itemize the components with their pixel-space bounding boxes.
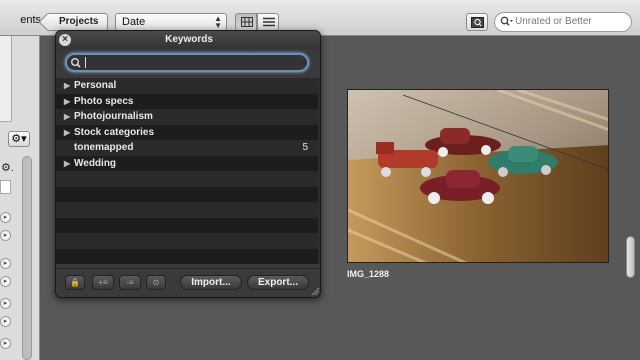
empty-row: [56, 248, 318, 264]
list-view-button[interactable]: [257, 13, 279, 31]
disclosure-triangle-icon[interactable]: ▶: [64, 156, 74, 171]
import-button[interactable]: Import...: [180, 275, 242, 290]
empty-row: [56, 171, 318, 187]
photo-image: [348, 90, 608, 262]
keyword-label: Wedding: [74, 157, 117, 169]
keyword-list: ▶ Personal ▶ Photo specs ▶ Photojournalism …: [56, 78, 318, 264]
disclosure-icon[interactable]: ▸: [0, 212, 11, 223]
browser-scrollbar[interactable]: [626, 236, 635, 278]
keyword-item[interactable]: ▶ Personal: [56, 78, 318, 94]
disclosure-icon[interactable]: ▸: [0, 230, 11, 241]
browser-icon: [471, 17, 484, 28]
gear-icon[interactable]: ⚙.: [1, 161, 14, 174]
disclosure-triangle-icon[interactable]: ▶: [64, 125, 74, 140]
projects-button[interactable]: Projects: [46, 13, 108, 31]
keyword-label: Photo specs: [74, 95, 134, 107]
empty-row: [56, 186, 318, 202]
keyword-count: 5: [302, 142, 308, 153]
left-tab-label[interactable]: ents: [0, 10, 43, 30]
keywords-hud: Keywords × ▶ Personal ▶ Photo specs ▶ Photo…: [55, 30, 321, 298]
sidebar-scrollbar[interactable]: [22, 156, 32, 360]
sidebar: ⚙▾ ⚙. ▸ ▸ ▸ ▸ ▸ ▸ ▸: [0, 36, 40, 360]
empty-row: [56, 217, 318, 233]
disclosure-triangle-icon[interactable]: ▶: [64, 78, 74, 93]
disclosure-icon[interactable]: ▸: [0, 276, 11, 287]
remove-keyword-icon[interactable]: -≡: [119, 275, 141, 290]
sidebar-field[interactable]: [0, 180, 11, 194]
export-button[interactable]: Export...: [247, 275, 309, 290]
grid-view-icon: [241, 17, 253, 27]
keyword-label: Photojournalism: [74, 111, 153, 122]
disclosure-icon[interactable]: ▸: [0, 338, 11, 349]
lock-icon[interactable]: 🔒: [65, 275, 85, 290]
tag-icon[interactable]: ⊙: [146, 275, 166, 290]
photo-thumbnail[interactable]: [347, 89, 609, 263]
grid-view-button[interactable]: [235, 13, 257, 31]
keyword-list-scrollbar[interactable]: [318, 78, 320, 264]
keyword-item[interactable]: ▶ Photo specs: [56, 93, 318, 109]
keyword-item[interactable]: ▶ Photojournalism: [56, 109, 318, 125]
text-caret: [85, 57, 86, 68]
disclosure-triangle-icon[interactable]: ▶: [64, 109, 74, 124]
keyword-label: tonemapped: [74, 142, 134, 153]
keyword-item[interactable]: tonemapped 5: [56, 140, 318, 156]
disclosure-icon[interactable]: ▸: [0, 316, 11, 327]
select-arrows-icon: ▲ ▼: [214, 14, 222, 30]
keyword-item[interactable]: ▶ Wedding: [56, 155, 318, 171]
close-icon[interactable]: ×: [59, 34, 71, 46]
photo-caption: IMG_1288: [347, 269, 390, 279]
keyword-label: Stock categories: [74, 126, 155, 138]
rating-filter-placeholder: Unrated or Better: [515, 16, 592, 27]
sort-select[interactable]: Date ▲ ▼: [115, 13, 227, 31]
disclosure-triangle-icon[interactable]: ▶: [64, 94, 74, 109]
keyword-item[interactable]: ▶ Stock categories: [56, 124, 318, 140]
keyword-label: Personal: [74, 80, 117, 91]
browser-button[interactable]: [466, 13, 488, 31]
search-icon: [500, 16, 513, 26]
empty-row: [56, 202, 318, 218]
disclosure-icon[interactable]: ▸: [0, 258, 11, 269]
list-view-icon: [263, 17, 275, 27]
hud-title: Keywords: [56, 31, 320, 49]
empty-row: [56, 233, 318, 249]
gear-icon[interactable]: ⚙▾: [8, 131, 30, 147]
rating-filter-field[interactable]: Unrated or Better: [494, 12, 632, 32]
resize-grip-icon[interactable]: [311, 287, 320, 296]
search-icon: [71, 58, 81, 68]
disclosure-icon[interactable]: ▸: [0, 298, 11, 309]
sort-select-value: Date: [122, 16, 146, 28]
hud-footer: 🔒 +≡ -≡ ⊙ Import... Export...: [56, 268, 320, 297]
add-keyword-icon[interactable]: +≡: [92, 275, 114, 290]
sidebar-panel: [0, 36, 12, 122]
keyword-search-input[interactable]: [65, 53, 309, 72]
